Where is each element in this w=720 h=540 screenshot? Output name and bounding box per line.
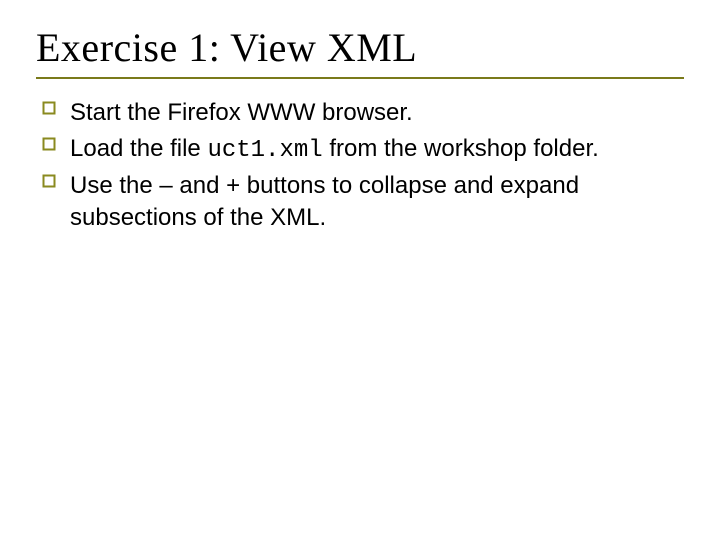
list-item: Use the – and + buttons to collapse and … [42,170,684,237]
bullet-text-post: from the workshop folder. [323,135,599,162]
square-bullet-icon [42,101,56,115]
slide: Exercise 1: View XML Start the Firefox W… [0,0,720,540]
list-item: Start the Firefox WWW browser. [42,97,684,131]
bullet-text-pre: Load the file [70,135,207,162]
square-bullet-icon [42,174,56,188]
bullet-list: Start the Firefox WWW browser. Load the … [42,97,684,237]
bullet-text-pre: Start the Firefox WWW browser. [70,99,413,126]
slide-title: Exercise 1: View XML [36,24,684,71]
bullet-text-code: uct1.xml [207,137,322,164]
square-bullet-icon [42,137,56,151]
title-underline [36,77,684,79]
bullet-text-pre: Use the – and + buttons to collapse and … [70,172,579,231]
list-item: Load the file uct1.xml from the workshop… [42,133,684,167]
